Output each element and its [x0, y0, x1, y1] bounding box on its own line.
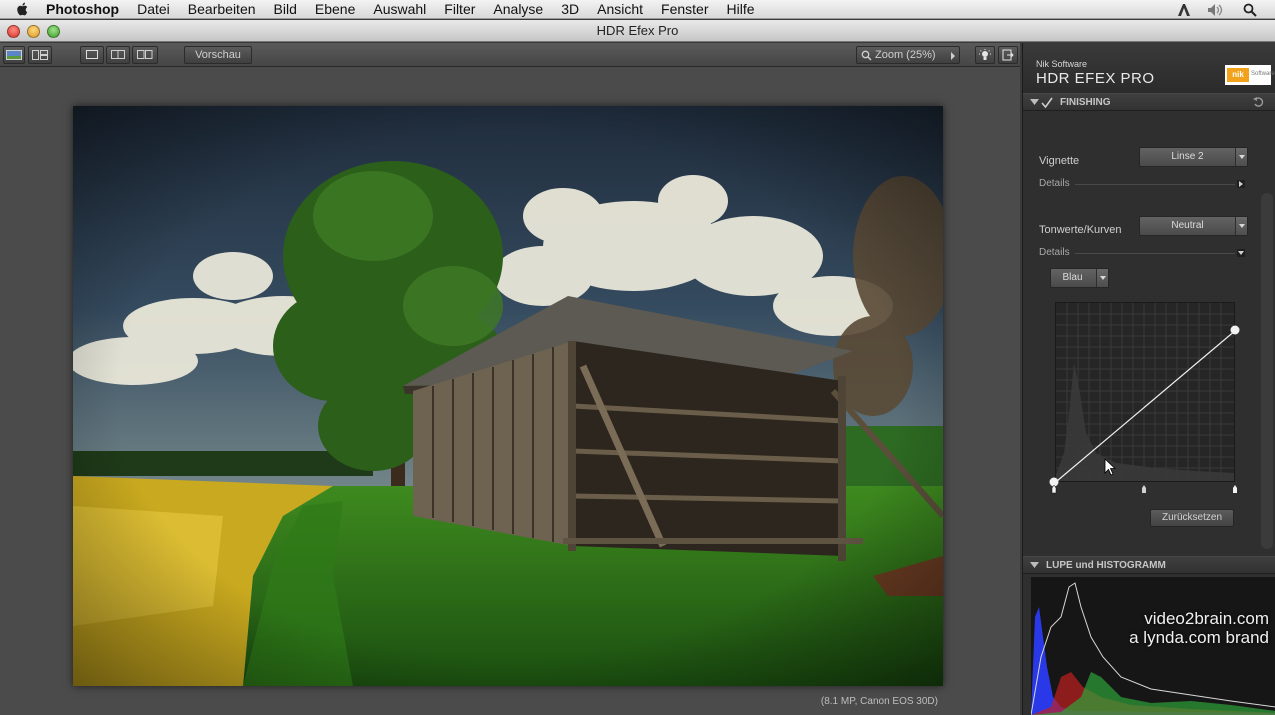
- zoom-window-button[interactable]: [47, 25, 60, 38]
- layout-single-button[interactable]: [80, 46, 104, 64]
- preview-toggle-button[interactable]: Vorschau: [184, 46, 252, 64]
- menu-bearbeiten[interactable]: Bearbeiten: [188, 1, 256, 17]
- nik-logo-mark: nik: [1227, 68, 1249, 82]
- exit-fullscreen-button[interactable]: [998, 46, 1018, 64]
- window-title-bar: HDR Efex Pro: [0, 20, 1275, 42]
- nik-logo-subtext: Software: [1251, 71, 1275, 77]
- midpoint-slider: [1142, 485, 1146, 493]
- details-1-expand-icon[interactable]: [1237, 180, 1245, 188]
- image-meta-caption: (8.1 MP, Canon EOS 30D): [820, 696, 938, 707]
- window-title: HDR Efex Pro: [596, 23, 679, 38]
- details-2-label[interactable]: Details: [1039, 247, 1070, 258]
- reset-curve-button[interactable]: Zurücksetzen: [1150, 509, 1234, 527]
- layout-side-by-side-button[interactable]: [106, 46, 130, 64]
- nik-logo: nik Software: [1225, 65, 1275, 85]
- vendor-name: Nik Software: [1036, 59, 1088, 69]
- background-light-button[interactable]: [975, 46, 995, 64]
- curve-white-point-handle: [1230, 325, 1240, 335]
- details-2-divider: [1075, 253, 1235, 254]
- collapse-triangle-icon: [1030, 562, 1039, 568]
- split-view-icon: [32, 50, 48, 60]
- menu-auswahl[interactable]: Auswahl: [373, 1, 426, 17]
- watermark-line-1: video2brain.com: [1144, 609, 1269, 628]
- adobe-icon[interactable]: [1177, 3, 1191, 17]
- zoom-button[interactable]: Zoom (25%): [856, 46, 960, 64]
- single-pane-icon: [86, 50, 98, 59]
- product-name: HDR EFEX PRO: [1036, 70, 1155, 87]
- dropdown-arrow-icon: [1235, 217, 1247, 235]
- menu-3d[interactable]: 3D: [561, 1, 579, 17]
- hdr-landscape-photo: [73, 106, 943, 686]
- layout-compare-button[interactable]: [132, 46, 158, 64]
- spotlight-search-icon[interactable]: [1243, 3, 1257, 17]
- details-1-label[interactable]: Details: [1039, 178, 1070, 189]
- white-point-slider: [1233, 485, 1237, 493]
- zoom-level-label: Zoom (25%): [875, 49, 936, 61]
- tone-curves-value: Neutral: [1171, 220, 1204, 231]
- loupe-histogram-header[interactable]: LUPE und HISTOGRAMM: [1023, 556, 1275, 574]
- collapse-triangle-icon: [1030, 99, 1039, 105]
- menu-ansicht[interactable]: Ansicht: [597, 1, 643, 17]
- photo-preview[interactable]: [73, 106, 943, 686]
- single-view-button[interactable]: [3, 46, 25, 64]
- reset-undo-icon[interactable]: [1253, 97, 1264, 108]
- tone-curves-dropdown[interactable]: Neutral: [1139, 216, 1248, 236]
- volume-icon[interactable]: [1207, 3, 1225, 17]
- two-pane-icon: [111, 50, 125, 59]
- finishing-section-header[interactable]: FINISHING: [1023, 93, 1275, 111]
- zoom-arrow-icon: [951, 52, 955, 60]
- enabled-check-icon[interactable]: [1041, 97, 1053, 109]
- brand-header: Nik Software HDR EFEX PRO nik Software: [1023, 43, 1275, 93]
- menu-bild[interactable]: Bild: [274, 1, 297, 17]
- menu-hilfe[interactable]: Hilfe: [727, 1, 755, 17]
- menu-analyse[interactable]: Analyse: [493, 1, 543, 17]
- exit-icon: [1002, 49, 1014, 61]
- panel-scrollbar[interactable]: [1261, 193, 1273, 549]
- channel-dropdown[interactable]: Blau: [1050, 268, 1109, 288]
- vignette-label: Vignette: [1039, 155, 1080, 167]
- details-1-divider: [1075, 184, 1235, 185]
- minimize-window-button[interactable]: [27, 25, 40, 38]
- lightbulb-icon: [979, 49, 991, 60]
- preview-toolbar: Vorschau Zoom (25%): [0, 43, 1020, 67]
- menu-fenster[interactable]: Fenster: [661, 1, 708, 17]
- preview-canvas: (8.1 MP, Canon EOS 30D): [0, 67, 1020, 715]
- finishing-title: FINISHING: [1060, 97, 1111, 108]
- app-name-menu[interactable]: Photoshop: [46, 1, 119, 17]
- watermark-line-2: a lynda.com brand: [1129, 628, 1269, 647]
- vignette-dropdown[interactable]: Linse 2: [1139, 147, 1248, 167]
- menu-filter[interactable]: Filter: [444, 1, 475, 17]
- menu-datei[interactable]: Datei: [137, 1, 170, 17]
- channel-value: Blau: [1062, 272, 1083, 283]
- menu-bar: Photoshop Datei Bearbeiten Bild Ebene Au…: [0, 0, 1275, 19]
- tone-curves-label: Tonwerte/Kurven: [1039, 224, 1122, 236]
- compare-pane-icon: [137, 50, 153, 59]
- curve-endpoint-handles[interactable]: [1049, 323, 1249, 523]
- details-2-collapse-icon[interactable]: [1237, 249, 1245, 257]
- mouse-cursor-icon: [1104, 458, 1117, 476]
- menu-ebene[interactable]: Ebene: [315, 1, 355, 17]
- apple-menu-icon[interactable]: [14, 1, 32, 17]
- dropdown-arrow-icon: [1096, 269, 1108, 287]
- zoom-magnifier-icon: [861, 50, 872, 61]
- dropdown-arrow-icon: [1235, 148, 1247, 166]
- split-view-button[interactable]: [28, 46, 52, 64]
- video2brain-watermark: video2brain.com a lynda.com brand: [1129, 609, 1269, 647]
- landscape-view-icon: [6, 50, 22, 60]
- vignette-value: Linse 2: [1171, 151, 1204, 162]
- loupe-histogram-title: LUPE und HISTOGRAMM: [1046, 560, 1166, 571]
- close-window-button[interactable]: [7, 25, 20, 38]
